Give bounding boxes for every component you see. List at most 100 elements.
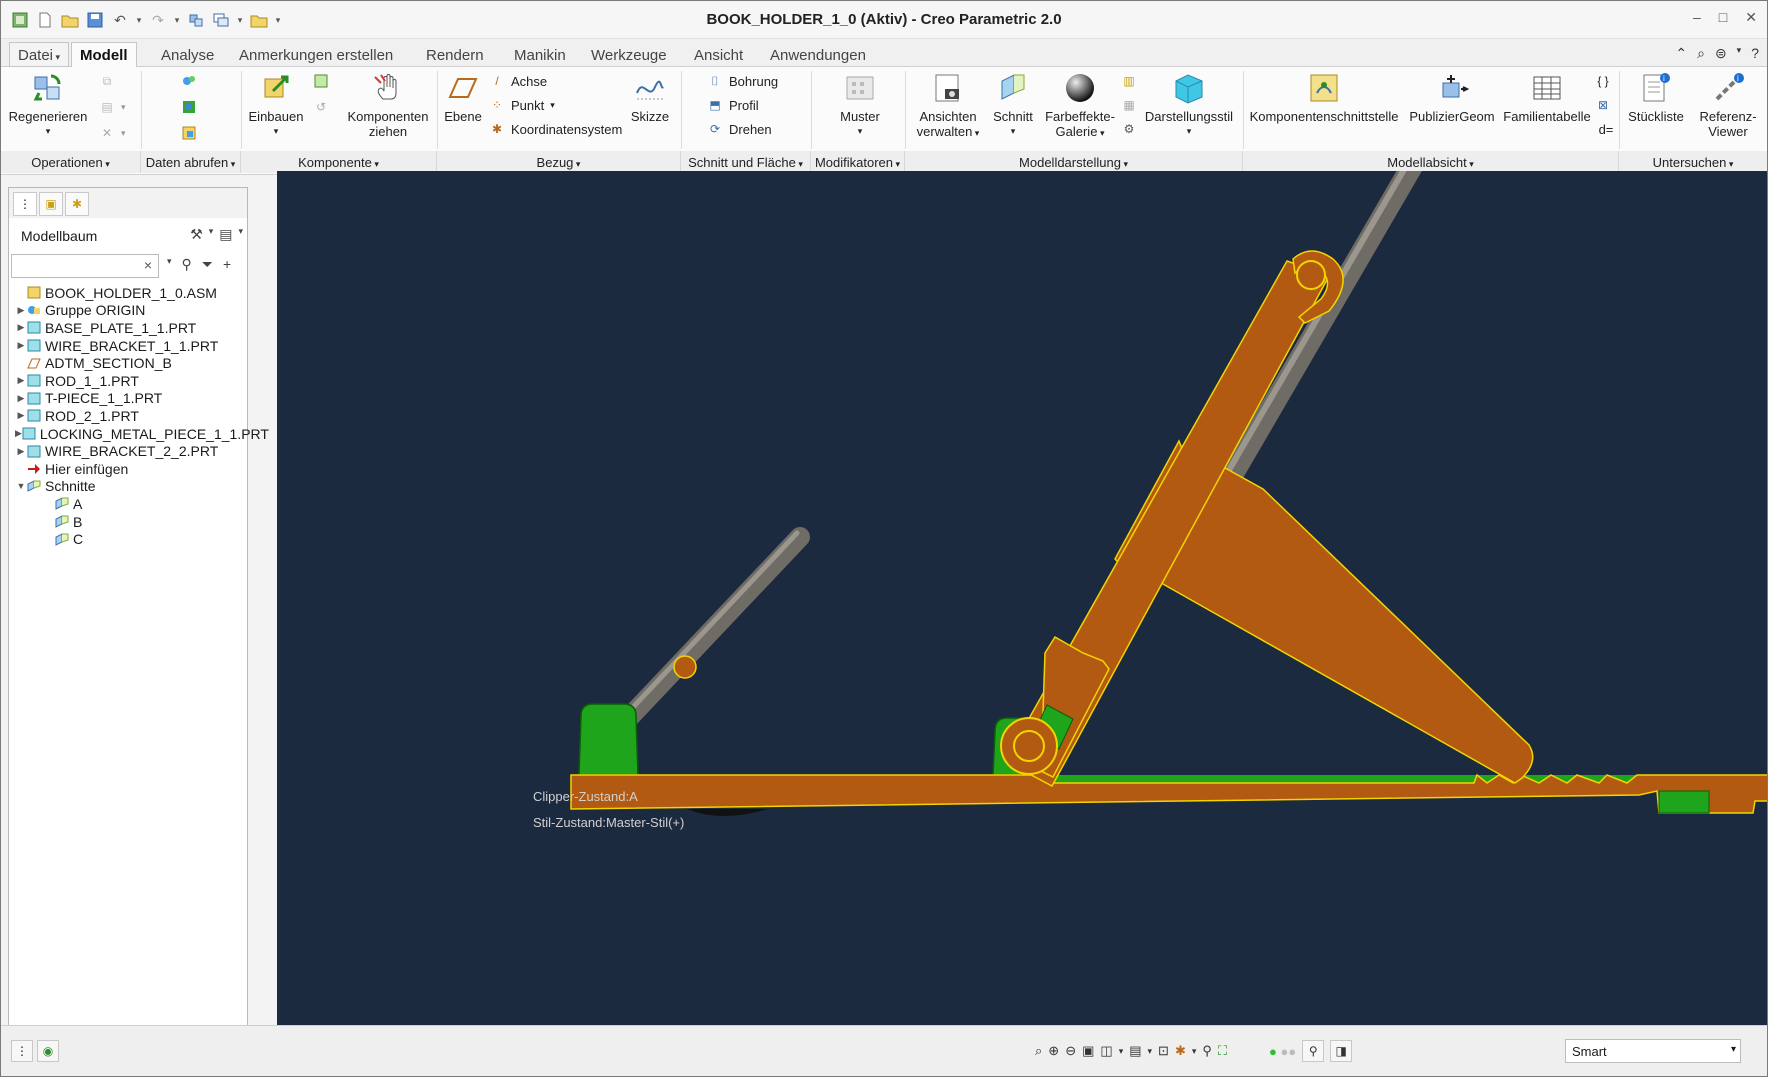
muster-button[interactable]: Muster ▾: [827, 71, 893, 139]
tree-node[interactable]: ▶ WIRE_BRACKET_1_1.PRT: [9, 337, 247, 355]
skizze-button[interactable]: Skizze: [625, 71, 675, 124]
familientabelle-button[interactable]: Familientabelle: [1501, 71, 1593, 124]
clear-search-icon[interactable]: ×: [144, 257, 152, 273]
komponenten-ziehen-button[interactable]: Komponenten ziehen: [343, 71, 433, 139]
tree-node[interactable]: ▶ BASE_PLATE_1_1.PRT: [9, 319, 247, 337]
scene-button[interactable]: ⚙: [1121, 121, 1137, 137]
expand-toggle-icon[interactable]: ▶: [15, 340, 27, 351]
find-icon[interactable]: ⚲: [1302, 1040, 1325, 1062]
community-dropdown-icon[interactable]: ▾: [1737, 45, 1742, 62]
copy-button[interactable]: ⧉: [99, 73, 115, 89]
collapse-ribbon-icon[interactable]: ⌃: [1675, 45, 1687, 62]
folder-browser-tab[interactable]: ▣: [39, 192, 63, 216]
farbeffekte-galerie-button[interactable]: Farbeffekte- Galerie ▾: [1041, 71, 1119, 141]
repaint-icon[interactable]: ▣: [1082, 1043, 1094, 1059]
filter-icon[interactable]: ⏷: [202, 256, 213, 273]
find-binoculars-icon[interactable]: ⚲: [182, 256, 192, 273]
tree-node[interactable]: C: [9, 530, 247, 548]
group-daten-abrufen[interactable]: Daten abrufen ▾: [141, 151, 241, 173]
koordinatensystem-button[interactable]: ✱ Koordinatensystem: [489, 121, 622, 137]
komponentenschnittstelle-button[interactable]: Komponentenschnittstelle: [1247, 71, 1401, 124]
achse-button[interactable]: / Achse: [489, 73, 547, 89]
tree-node[interactable]: B: [9, 513, 247, 531]
saved-orientations-dropdown-icon[interactable]: ▾: [1119, 1046, 1124, 1057]
view-manager-dropdown-icon[interactable]: ▾: [1148, 1046, 1153, 1057]
selection-filter-select[interactable]: Smart ▾: [1565, 1039, 1741, 1063]
tab-werkzeuge[interactable]: Werkzeuge: [582, 42, 676, 67]
tree-node[interactable]: ▶ ROD_1_1.PRT: [9, 372, 247, 390]
schnitt-button[interactable]: Schnitt ▾: [991, 71, 1035, 139]
help-icon[interactable]: ?: [1751, 45, 1759, 62]
tab-modell[interactable]: Modell: [71, 42, 137, 68]
darstellungsstil-button[interactable]: Darstellungsstil ▾: [1141, 71, 1237, 139]
group-modifikatoren[interactable]: Modifikatoren ▾: [811, 151, 905, 173]
expand-toggle-icon[interactable]: ▶: [15, 393, 27, 404]
tree-search-input[interactable]: ×: [11, 254, 159, 278]
tab-manikin[interactable]: Manikin: [505, 42, 575, 67]
toggle-browser-icon[interactable]: ◉: [37, 1040, 59, 1062]
group-modellabsicht[interactable]: Modellabsicht ▾: [1243, 151, 1619, 173]
ebene-button[interactable]: Ebene: [441, 71, 485, 124]
switch-dimensions-button[interactable]: ⊠: [1595, 97, 1611, 113]
group-schnitt-und-flaeche[interactable]: Schnitt und Fläche ▾: [681, 151, 811, 173]
refit-icon[interactable]: ⌕: [1035, 1043, 1042, 1059]
graphics-viewport[interactable]: Clipper-Zustand:A Stil-Zustand:Master-St…: [277, 171, 1767, 1025]
tree-node[interactable]: A: [9, 495, 247, 513]
delete-button[interactable]: ✕ ▾: [99, 125, 126, 141]
tree-node[interactable]: ▼ Schnitte: [9, 478, 247, 496]
expand-toggle-icon[interactable]: ▶: [15, 410, 27, 421]
tree-node[interactable]: ▶ ROD_2_1.PRT: [9, 407, 247, 425]
tab-rendern[interactable]: Rendern: [417, 42, 493, 67]
group-untersuchen[interactable]: Untersuchen ▾: [1619, 151, 1767, 173]
add-column-icon[interactable]: +: [223, 256, 231, 273]
referenz-viewer-button[interactable]: i Referenz- Viewer: [1693, 71, 1763, 139]
d-equals-button[interactable]: d=: [1595, 121, 1617, 137]
search-icon[interactable]: ⌕: [1697, 45, 1705, 62]
zoom-in-icon[interactable]: ⊕: [1048, 1043, 1059, 1059]
annotation-display-icon[interactable]: ⚲: [1202, 1043, 1212, 1059]
close-button[interactable]: ✕: [1745, 9, 1757, 26]
community-icon[interactable]: ⊜: [1715, 45, 1727, 62]
tab-anmerkungen-erstellen[interactable]: Anmerkungen erstellen: [230, 42, 402, 67]
favorites-tab[interactable]: ✱: [65, 192, 89, 216]
search-dropdown-icon[interactable]: ▾: [167, 256, 172, 273]
tab-anwendungen[interactable]: Anwendungen: [761, 42, 875, 67]
show-dropdown-icon[interactable]: ▾: [238, 226, 243, 243]
group-bezug[interactable]: Bezug ▾: [437, 151, 681, 173]
repeat-button[interactable]: ↺: [313, 99, 329, 115]
regenerieren-button[interactable]: Regenerieren ▾: [9, 71, 87, 139]
expand-toggle-icon[interactable]: ▶: [15, 305, 27, 316]
maximize-button[interactable]: □: [1719, 9, 1727, 26]
show-icon[interactable]: ▤: [219, 226, 232, 243]
tab-ansicht[interactable]: Ansicht: [685, 42, 752, 67]
expand-toggle-icon[interactable]: ▶: [15, 322, 27, 333]
tree-node[interactable]: ▶ LOCKING_METAL_PIECE_1_1.PRT: [9, 425, 269, 443]
profil-button[interactable]: ⬒ Profil: [707, 97, 758, 113]
data-get-1-button[interactable]: [181, 73, 197, 89]
tree-node[interactable]: ▶ WIRE_BRACKET_2_2.PRT: [9, 442, 247, 460]
data-get-3-button[interactable]: [181, 125, 197, 141]
tree-node[interactable]: ▶ T-PIECE_1_1.PRT: [9, 390, 247, 408]
network-icon[interactable]: ⛶: [1218, 1043, 1227, 1059]
relations-button[interactable]: { }: [1595, 73, 1611, 89]
tree-node[interactable]: ADTM_SECTION_B: [9, 354, 247, 372]
settings-icon[interactable]: ⚒: [190, 226, 203, 243]
selection-box-icon[interactable]: ◨: [1330, 1040, 1353, 1062]
tree-node[interactable]: BOOK_HOLDER_1_0.ASM: [9, 284, 247, 302]
einbauen-button[interactable]: Einbauen ▾: [247, 71, 305, 139]
expand-toggle-icon[interactable]: ▶: [15, 428, 22, 439]
settings-dropdown-icon[interactable]: ▾: [209, 226, 214, 243]
perspective-button[interactable]: ▥: [1121, 73, 1137, 89]
group-komponente[interactable]: Komponente ▾: [241, 151, 437, 173]
publiziergeom-button[interactable]: PublizierGeom: [1407, 71, 1497, 124]
create-component-button[interactable]: [313, 73, 329, 89]
model-tree-tab[interactable]: ⋮: [13, 192, 37, 216]
toggle-navigator-icon[interactable]: ⋮: [11, 1040, 33, 1062]
ansichten-verwalten-button[interactable]: Ansichten verwalten ▾: [913, 71, 983, 141]
minimize-button[interactable]: –: [1693, 9, 1701, 26]
expand-toggle-icon[interactable]: ▶: [15, 446, 27, 457]
spin-center-icon[interactable]: ⊡: [1158, 1043, 1169, 1059]
saved-orientations-icon[interactable]: ◫: [1100, 1043, 1112, 1059]
view-manager-small-icon[interactable]: ▤: [1129, 1043, 1141, 1059]
datum-display-icon[interactable]: ✱: [1175, 1043, 1186, 1059]
